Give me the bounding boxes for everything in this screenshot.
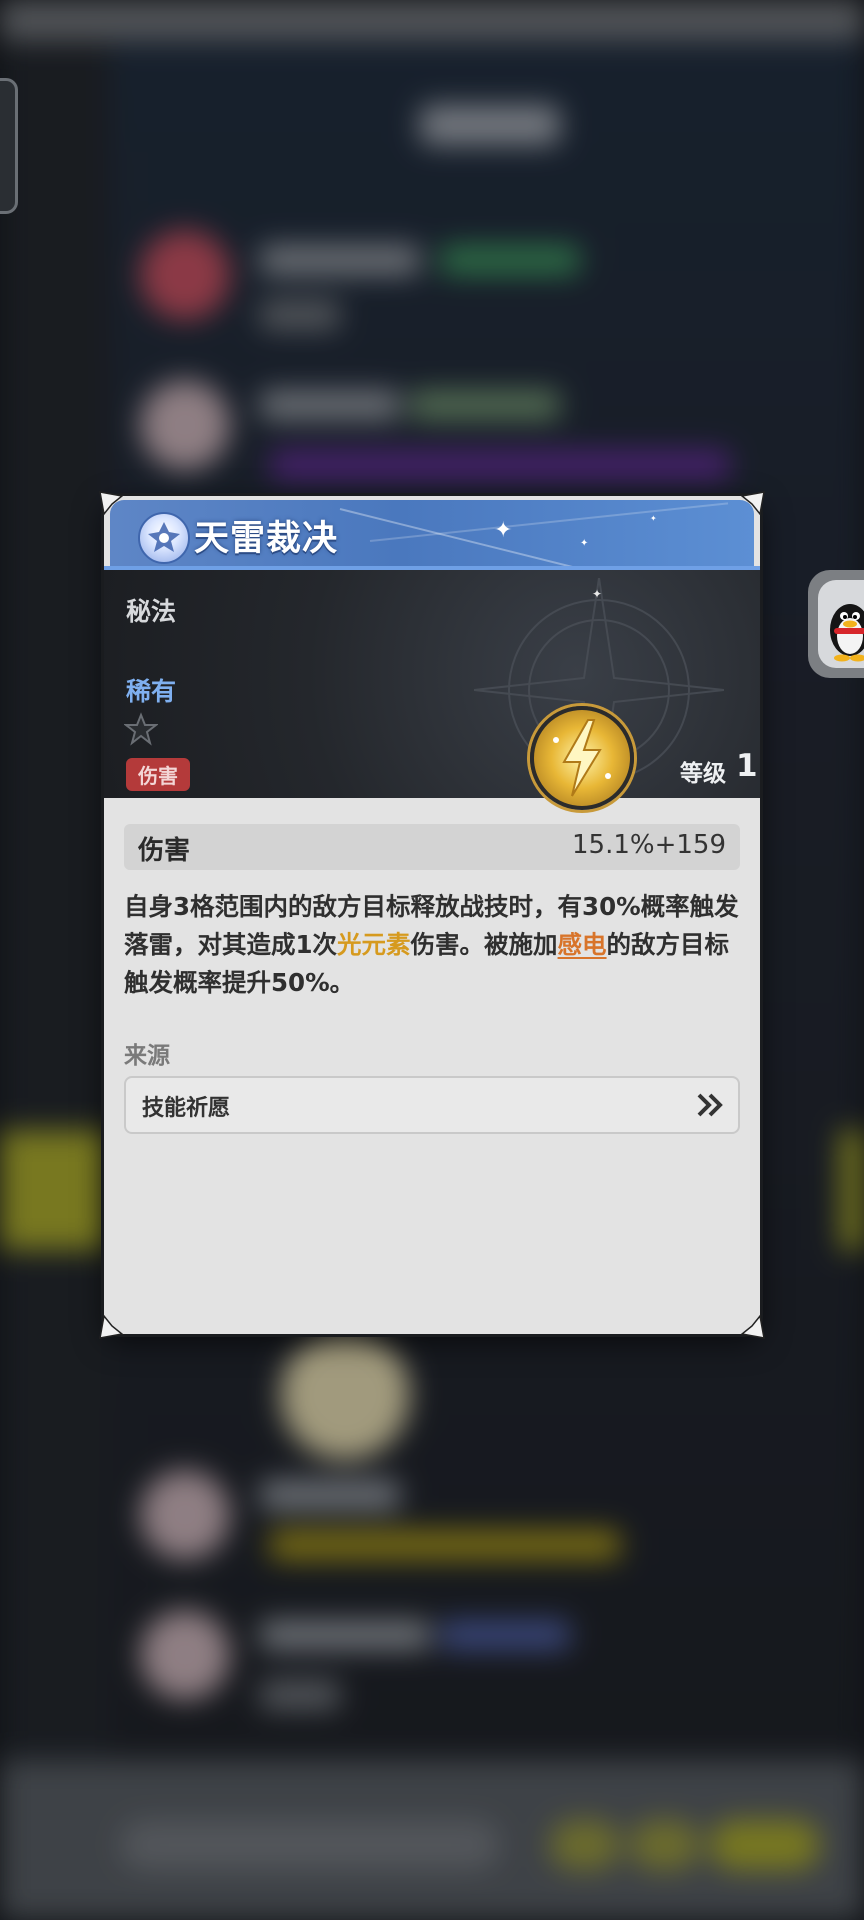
level-label: 等级 <box>680 761 726 787</box>
info-panel: ✦ 秘法 稀有 伤害 等级 1 <box>104 570 760 810</box>
corner-ornament-icon <box>99 1314 124 1339</box>
card-header: ✦ ✦ ✦ 天雷裁决 <box>110 500 754 566</box>
qq-float-button[interactable] <box>808 570 864 678</box>
electrocuted-keyword-link[interactable]: 感电 <box>558 930 607 959</box>
skill-card: ✦ ✦ ✦ 天雷裁决 ✦ 秘法 稀有 伤害 等级 1 伤害 15.1%+159 … <box>99 491 765 1339</box>
corner-ornament-icon <box>740 1314 765 1339</box>
double-chevron-icon <box>697 1093 723 1117</box>
light-element-keyword: 光元素 <box>337 930 411 959</box>
skill-title: 天雷裁决 <box>194 519 339 559</box>
side-handle[interactable] <box>0 78 18 214</box>
skill-category: 秘法 <box>126 597 177 626</box>
svg-text:✦: ✦ <box>592 587 602 601</box>
level-indicator: 等级 1 <box>670 746 760 788</box>
skill-description: 自身3格范围内的敌方目标释放战技时，有30%概率触发落雷，对其造成1次光元素伤害… <box>124 888 744 1002</box>
qq-penguin-icon <box>830 604 864 662</box>
star-icon <box>124 712 158 746</box>
emblem-icon <box>138 512 190 564</box>
card-frame: ✦ ✦ ✦ 天雷裁决 ✦ 秘法 稀有 伤害 等级 1 伤害 15.1%+159 … <box>104 496 760 1334</box>
skill-icon <box>530 706 634 810</box>
source-button-label: 技能祈愿 <box>142 1096 231 1121</box>
source-button[interactable]: 技能祈愿 <box>124 1076 740 1134</box>
skill-rarity: 稀有 <box>126 677 177 706</box>
desc-part-2: 伤害。被施加 <box>410 930 558 959</box>
stat-row: 伤害 15.1%+159 <box>124 824 740 870</box>
level-value: 1 <box>736 748 758 784</box>
source-label: 来源 <box>124 1043 170 1069</box>
corner-ornament-icon <box>99 491 124 516</box>
stat-value: 15.1%+159 <box>571 830 726 860</box>
damage-tag: 伤害 <box>126 758 190 791</box>
stat-name: 伤害 <box>138 836 191 866</box>
corner-ornament-icon <box>740 491 765 516</box>
